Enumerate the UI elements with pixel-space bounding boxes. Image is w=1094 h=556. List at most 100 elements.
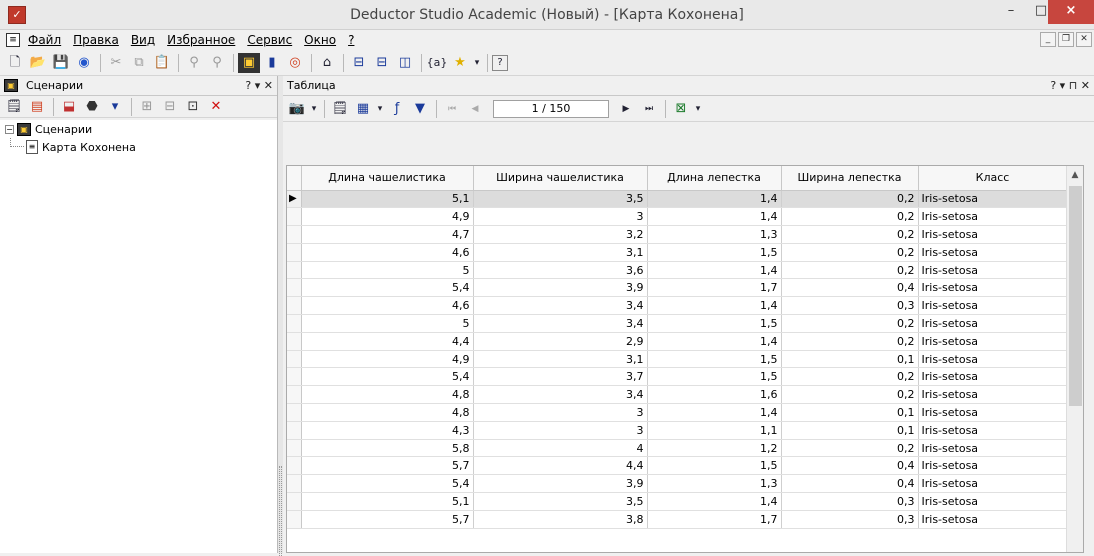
table-cell[interactable]: 4,4: [473, 456, 648, 476]
table-cell[interactable]: 1,5: [647, 367, 782, 387]
table-cell[interactable]: 1,3: [647, 474, 782, 494]
column-header[interactable]: Ширина чашелистика: [473, 166, 648, 191]
document-icon[interactable]: ≡: [6, 33, 20, 47]
table-cell[interactable]: 3,4: [473, 314, 648, 333]
menu-view[interactable]: Вид: [131, 33, 155, 47]
wizard-import-icon[interactable]: ▤: [26, 97, 48, 117]
find-icon[interactable]: ⚲: [183, 53, 205, 73]
table-cell[interactable]: Iris-setosa: [918, 510, 1068, 529]
table-pane-controls[interactable]: ? ▾ ⊓ ✕: [1050, 79, 1090, 92]
calculator-icon[interactable]: ƒ: [386, 99, 408, 119]
table-cell[interactable]: 1,5: [647, 456, 782, 476]
table-cell[interactable]: Iris-setosa: [918, 421, 1068, 440]
table-cell[interactable]: Iris-setosa: [918, 385, 1068, 405]
menu-favorites[interactable]: Избранное: [167, 33, 235, 47]
table-cell[interactable]: 1,4: [647, 207, 782, 227]
table-cell[interactable]: Iris-setosa: [918, 261, 1068, 280]
save-icon[interactable]: 💾: [50, 53, 72, 73]
row-indicator[interactable]: [287, 332, 302, 351]
table-cell[interactable]: 3: [473, 403, 648, 422]
row-indicator[interactable]: [287, 385, 302, 405]
table-cell[interactable]: 1,4: [647, 403, 782, 422]
camera-dropdown-icon[interactable]: ▾: [309, 99, 319, 119]
table-cell[interactable]: Iris-setosa: [918, 278, 1068, 298]
table-cell[interactable]: 3,5: [473, 492, 648, 511]
table-cell[interactable]: 1,5: [647, 314, 782, 333]
columns-dropdown-icon[interactable]: ▾: [375, 99, 385, 119]
table-row[interactable]: 5,7 3,8 1,7 0,3 Iris-setosa: [287, 510, 1068, 529]
table-cell[interactable]: 4,6: [301, 296, 474, 316]
table-cell[interactable]: 3: [473, 207, 648, 227]
table-cell[interactable]: Iris-setosa: [918, 207, 1068, 227]
table-cell[interactable]: 3,1: [473, 243, 648, 262]
table-cell[interactable]: 5: [301, 261, 474, 280]
new-icon[interactable]: 🗋: [4, 53, 26, 73]
minimize-button[interactable]: –: [996, 0, 1026, 24]
globe-icon[interactable]: ◉: [73, 53, 95, 73]
table-cell[interactable]: 0,2: [781, 225, 919, 244]
table-cell[interactable]: 1,4: [647, 492, 782, 511]
open-icon[interactable]: 📂: [27, 53, 49, 73]
menu-edit[interactable]: Правка: [73, 33, 119, 47]
star-icon[interactable]: ★: [449, 53, 471, 73]
columns-config-icon[interactable]: ▦: [352, 99, 374, 119]
table-cell[interactable]: 4,4: [301, 332, 474, 351]
table-row[interactable]: 4,8 3 1,4 0,1 Iris-setosa: [287, 403, 1068, 422]
table-cell[interactable]: Iris-setosa: [918, 190, 1068, 209]
table-cell[interactable]: 1,4: [647, 261, 782, 280]
row-indicator[interactable]: [287, 456, 302, 476]
table-cell[interactable]: 1,4: [647, 296, 782, 316]
first-record-icon[interactable]: ⏮: [441, 99, 463, 119]
table-cell[interactable]: 1,2: [647, 439, 782, 458]
table-cell[interactable]: 0,3: [781, 296, 919, 316]
table-cell[interactable]: 5: [301, 314, 474, 333]
table-cell[interactable]: Iris-setosa: [918, 314, 1068, 333]
table-cell[interactable]: 0,1: [781, 421, 919, 440]
table-row[interactable]: 4,8 3,4 1,6 0,2 Iris-setosa: [287, 385, 1068, 405]
camera-icon[interactable]: 📷: [286, 99, 308, 119]
row-indicator[interactable]: [287, 403, 302, 422]
wizard-icon[interactable]: ◎: [284, 53, 306, 73]
table-cell[interactable]: 0,2: [781, 261, 919, 280]
table-cell[interactable]: 5,1: [301, 492, 474, 511]
table-cell[interactable]: 4: [473, 439, 648, 458]
table-cell[interactable]: 3,1: [473, 350, 648, 369]
tree-node-root[interactable]: − ▣ Сценарии: [0, 120, 277, 138]
row-indicator[interactable]: [287, 367, 302, 387]
table-cell[interactable]: 1,4: [647, 332, 782, 351]
table-cell[interactable]: 0,2: [781, 332, 919, 351]
row-indicator[interactable]: [287, 207, 302, 227]
table-cell[interactable]: 3,4: [473, 296, 648, 316]
table-cell[interactable]: Iris-setosa: [918, 474, 1068, 494]
copy-icon[interactable]: ⧉: [128, 53, 150, 73]
table-cell[interactable]: 3,2: [473, 225, 648, 244]
table-cell[interactable]: 0,4: [781, 456, 919, 476]
find-next-icon[interactable]: ⚲: [206, 53, 228, 73]
visualize-icon[interactable]: ▾: [104, 97, 126, 117]
table-row[interactable]: ▶ 5,1 3,5 1,4 0,2 Iris-setosa: [287, 190, 1068, 209]
filter-icon[interactable]: ▼: [409, 99, 431, 119]
table-cell[interactable]: Iris-setosa: [918, 225, 1068, 244]
mdi-minimize-button[interactable]: _: [1040, 32, 1056, 47]
tree-collapse-icon[interactable]: ⊟: [159, 97, 181, 117]
table-cell[interactable]: 2,9: [473, 332, 648, 351]
export-dropdown-icon[interactable]: ▾: [693, 99, 703, 119]
star-dropdown-icon[interactable]: ▾: [472, 53, 482, 73]
table-cell[interactable]: 0,3: [781, 492, 919, 511]
table-cell[interactable]: 4,9: [301, 350, 474, 369]
table-cell[interactable]: 5,4: [301, 367, 474, 387]
tree-move-icon[interactable]: ⊡: [182, 97, 204, 117]
home-icon[interactable]: ⌂: [316, 53, 338, 73]
table-cell[interactable]: 1,3: [647, 225, 782, 244]
table-cell[interactable]: Iris-setosa: [918, 367, 1068, 387]
record-position-field[interactable]: 1 / 150: [493, 99, 609, 118]
scenarios-pane-controls[interactable]: ? ▾ ✕: [245, 79, 273, 92]
table-cell[interactable]: 0,3: [781, 510, 919, 529]
table-cell[interactable]: Iris-setosa: [918, 332, 1068, 351]
table-cell[interactable]: 3,9: [473, 474, 648, 494]
table-cell[interactable]: 4,6: [301, 243, 474, 262]
column-header[interactable]: Длина чашелистика: [301, 166, 474, 191]
row-indicator[interactable]: [287, 439, 302, 458]
tree-node-kohonen[interactable]: ≡ Карта Кохонена: [0, 138, 277, 156]
columns-icon[interactable]: ◫: [394, 53, 416, 73]
